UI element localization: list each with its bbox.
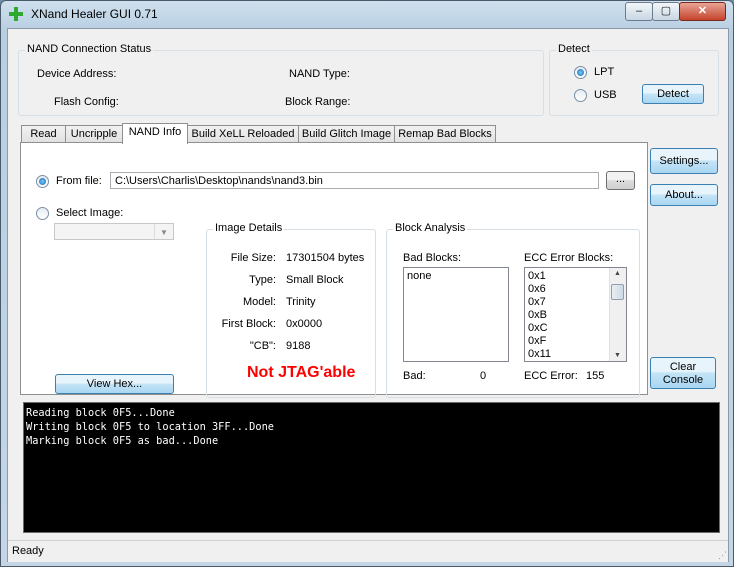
type-label: Type: xyxy=(249,274,276,286)
app-cross-icon xyxy=(9,7,23,21)
usb-radio[interactable] xyxy=(574,89,587,102)
lpt-radio[interactable] xyxy=(574,66,587,79)
bad-blocks-list[interactable]: none xyxy=(403,267,509,362)
first-block-label: First Block: xyxy=(221,318,276,330)
select-image-radio[interactable] xyxy=(36,207,49,220)
status-text: Ready xyxy=(12,545,44,557)
maximize-button[interactable]: ▢ xyxy=(652,2,680,21)
file-size-label: File Size: xyxy=(230,252,276,264)
flash-config-label: Flash Config: xyxy=(54,96,119,108)
resize-grip-icon[interactable]: ⋰ xyxy=(718,550,727,561)
scroll-down-icon[interactable]: ▼ xyxy=(614,352,621,359)
nand-type-label: NAND Type: xyxy=(289,68,350,80)
view-hex-button[interactable]: View Hex... xyxy=(55,374,174,394)
clear-console-label-1: Clear xyxy=(669,361,697,373)
jtag-status: Not JTAG'able xyxy=(247,364,356,381)
chevron-down-icon: ▼ xyxy=(154,224,173,239)
close-button[interactable]: ✕ xyxy=(679,2,726,21)
cb-value: 9188 xyxy=(286,340,311,352)
about-button[interactable]: About... xyxy=(650,184,718,206)
clear-console-label-2: Console xyxy=(662,374,704,386)
clear-console-button[interactable]: Clear Console xyxy=(650,357,716,389)
window-title: XNand Healer GUI 0.71 xyxy=(31,7,158,21)
detect-button[interactable]: Detect xyxy=(642,84,704,104)
type-value: Small Block xyxy=(286,274,344,286)
bad-count-value: 0 xyxy=(480,370,487,382)
detect-title: Detect xyxy=(556,43,592,55)
ecc-count-label: ECC Error: xyxy=(524,370,578,382)
status-bar: Ready ⋰ xyxy=(8,540,728,562)
tab-build-xell[interactable]: Build XeLL Reloaded xyxy=(187,125,299,143)
tab-read[interactable]: Read xyxy=(21,125,66,143)
nand-connection-title: NAND Connection Status xyxy=(25,43,154,55)
console-line: Writing block 0F5 to location 3FF...Done xyxy=(26,421,274,433)
select-image-label: Select Image: xyxy=(56,207,124,219)
model-value: Trinity xyxy=(286,296,316,308)
block-range-label: Block Range: xyxy=(285,96,351,108)
main-window: XNand Healer GUI 0.71 – ▢ ✕ NAND Connect… xyxy=(0,0,734,567)
list-item[interactable]: none xyxy=(404,270,508,283)
tab-uncripple[interactable]: Uncripple xyxy=(65,125,123,143)
scroll-up-icon[interactable]: ▲ xyxy=(614,270,621,277)
file-size-value: 17301504 bytes xyxy=(286,252,365,264)
minimize-button[interactable]: – xyxy=(625,2,653,21)
block-analysis-group: Block Analysis Bad Blocks: none ECC Erro… xyxy=(386,222,640,398)
usb-label: USB xyxy=(594,89,617,101)
first-block-value: 0x0000 xyxy=(286,318,323,330)
client-area: NAND Connection Status Device Address: N… xyxy=(7,28,729,562)
title-bar[interactable]: XNand Healer GUI 0.71 – ▢ ✕ xyxy=(1,1,733,27)
detect-group: Detect LPT USB Detect xyxy=(549,43,719,116)
lpt-label: LPT xyxy=(594,66,615,78)
block-analysis-title: Block Analysis xyxy=(393,222,468,234)
ecc-error-blocks-label: ECC Error Blocks: xyxy=(524,252,614,264)
device-address-label: Device Address: xyxy=(37,68,117,80)
browse-button[interactable]: ... xyxy=(606,171,635,190)
model-label: Model: xyxy=(242,296,276,308)
bad-count-label: Bad: xyxy=(403,370,426,382)
cb-label: "CB": xyxy=(249,340,276,352)
ecc-list-scrollbar[interactable]: ▲ ▼ xyxy=(609,268,626,361)
ecc-count-value: 155 xyxy=(586,370,605,382)
ecc-error-blocks-list[interactable]: 0x1 0x6 0x7 0xB 0xC 0xF 0x11 ▲ ▼ xyxy=(524,267,627,362)
tab-build-glitch[interactable]: Build Glitch Image xyxy=(298,125,395,143)
console-line: Marking block 0F5 as bad...Done xyxy=(26,435,219,447)
console-output[interactable]: Reading block 0F5...Done Writing block 0… xyxy=(23,402,720,533)
from-file-label: From file: xyxy=(56,175,102,187)
settings-button[interactable]: Settings... xyxy=(650,148,718,174)
nand-info-panel: From file: C:\Users\Charlis\Desktop\nand… xyxy=(20,142,648,398)
tab-nand-info[interactable]: NAND Info xyxy=(122,123,188,144)
select-image-dropdown[interactable]: ▼ xyxy=(54,223,174,240)
from-file-radio[interactable] xyxy=(36,175,49,188)
bad-blocks-label: Bad Blocks: xyxy=(403,252,462,264)
image-details-group: Image Details File Size: 17301504 bytes … xyxy=(206,222,376,398)
tab-remap-bad-blocks[interactable]: Remap Bad Blocks xyxy=(394,125,496,143)
image-details-title: Image Details xyxy=(213,222,285,234)
file-path-field[interactable]: C:\Users\Charlis\Desktop\nands\nand3.bin xyxy=(110,172,599,189)
nand-connection-group: NAND Connection Status Device Address: N… xyxy=(18,43,544,116)
scroll-thumb[interactable] xyxy=(611,284,624,300)
console-line: Reading block 0F5...Done xyxy=(26,407,175,419)
